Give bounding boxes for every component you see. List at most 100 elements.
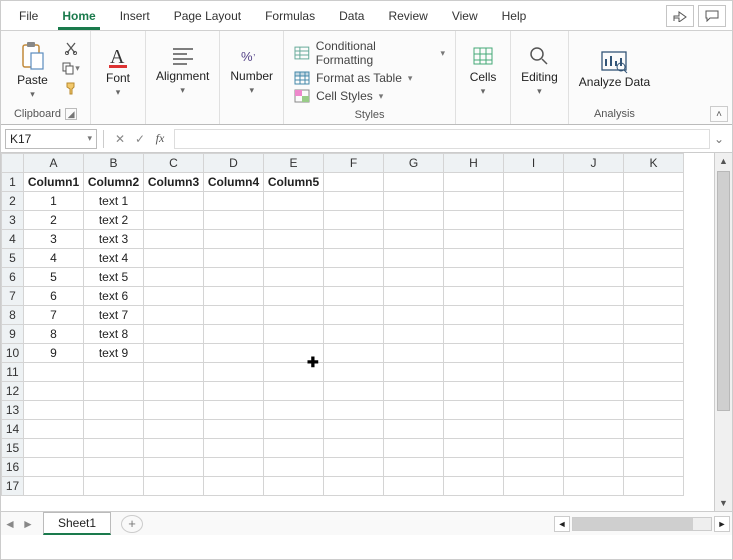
column-header-K[interactable]: K (624, 154, 684, 173)
cell-J17[interactable] (564, 477, 624, 496)
sheet-tab[interactable]: Sheet1 (43, 512, 111, 535)
cell-C8[interactable] (144, 306, 204, 325)
cell-C9[interactable] (144, 325, 204, 344)
vertical-scrollbar[interactable]: ▲ ▼ (714, 153, 732, 511)
cell-A8[interactable]: 7 (24, 306, 84, 325)
cell-E17[interactable] (264, 477, 324, 496)
cell-K6[interactable] (624, 268, 684, 287)
cell-G3[interactable] (384, 211, 444, 230)
cell-F6[interactable] (324, 268, 384, 287)
cell-H16[interactable] (444, 458, 504, 477)
cell-D3[interactable] (204, 211, 264, 230)
cell-K3[interactable] (624, 211, 684, 230)
cell-G4[interactable] (384, 230, 444, 249)
cell-A7[interactable]: 6 (24, 287, 84, 306)
cell-H2[interactable] (444, 192, 504, 211)
scroll-up-button[interactable]: ▲ (715, 153, 732, 169)
cell-H1[interactable] (444, 173, 504, 192)
cell-J11[interactable] (564, 363, 624, 382)
cell-G11[interactable] (384, 363, 444, 382)
cell-G9[interactable] (384, 325, 444, 344)
cell-C16[interactable] (144, 458, 204, 477)
cell-B13[interactable] (84, 401, 144, 420)
cells-button[interactable]: Cells ▾ (460, 35, 506, 105)
cell-B8[interactable]: text 7 (84, 306, 144, 325)
cell-H5[interactable] (444, 249, 504, 268)
cell-A4[interactable]: 3 (24, 230, 84, 249)
cell-K10[interactable] (624, 344, 684, 363)
cell-D6[interactable] (204, 268, 264, 287)
row-header-6[interactable]: 6 (2, 268, 24, 287)
cell-J13[interactable] (564, 401, 624, 420)
cell-B1[interactable]: Column2 (84, 173, 144, 192)
cell-G8[interactable] (384, 306, 444, 325)
cell-J2[interactable] (564, 192, 624, 211)
cell-I13[interactable] (504, 401, 564, 420)
row-header-12[interactable]: 12 (2, 382, 24, 401)
cell-C3[interactable] (144, 211, 204, 230)
cell-K14[interactable] (624, 420, 684, 439)
cell-B17[interactable] (84, 477, 144, 496)
cell-K5[interactable] (624, 249, 684, 268)
cell-styles-button[interactable]: Cell Styles▾ (294, 89, 445, 103)
cell-I3[interactable] (504, 211, 564, 230)
cell-C1[interactable]: Column3 (144, 173, 204, 192)
cell-J6[interactable] (564, 268, 624, 287)
tab-review[interactable]: Review (376, 3, 439, 29)
cell-A14[interactable] (24, 420, 84, 439)
cell-F14[interactable] (324, 420, 384, 439)
cell-J14[interactable] (564, 420, 624, 439)
cell-I15[interactable] (504, 439, 564, 458)
cell-J8[interactable] (564, 306, 624, 325)
cell-E9[interactable] (264, 325, 324, 344)
conditional-formatting-button[interactable]: Conditional Formatting▾ (294, 39, 445, 67)
column-header-A[interactable]: A (24, 154, 84, 173)
cell-C13[interactable] (144, 401, 204, 420)
cell-K13[interactable] (624, 401, 684, 420)
cut-button[interactable] (60, 39, 82, 57)
cell-F1[interactable] (324, 173, 384, 192)
cell-C6[interactable] (144, 268, 204, 287)
cell-K1[interactable] (624, 173, 684, 192)
cell-B2[interactable]: text 1 (84, 192, 144, 211)
tab-home[interactable]: Home (50, 3, 107, 29)
cell-E13[interactable] (264, 401, 324, 420)
cell-E3[interactable] (264, 211, 324, 230)
cell-E6[interactable] (264, 268, 324, 287)
row-header-11[interactable]: 11 (2, 363, 24, 382)
cell-K9[interactable] (624, 325, 684, 344)
formula-input[interactable] (174, 129, 710, 149)
cell-I17[interactable] (504, 477, 564, 496)
cell-E14[interactable] (264, 420, 324, 439)
cell-K11[interactable] (624, 363, 684, 382)
row-header-7[interactable]: 7 (2, 287, 24, 306)
cell-K2[interactable] (624, 192, 684, 211)
cell-I6[interactable] (504, 268, 564, 287)
cell-H11[interactable] (444, 363, 504, 382)
cell-I4[interactable] (504, 230, 564, 249)
cell-G2[interactable] (384, 192, 444, 211)
cell-C4[interactable] (144, 230, 204, 249)
cell-E10[interactable] (264, 344, 324, 363)
cell-K12[interactable] (624, 382, 684, 401)
scroll-track[interactable] (572, 517, 712, 531)
cell-A12[interactable] (24, 382, 84, 401)
cell-D17[interactable] (204, 477, 264, 496)
cell-J16[interactable] (564, 458, 624, 477)
column-header-J[interactable]: J (564, 154, 624, 173)
cell-B7[interactable]: text 6 (84, 287, 144, 306)
cell-K15[interactable] (624, 439, 684, 458)
editing-button[interactable]: Editing ▾ (515, 35, 564, 105)
cell-H4[interactable] (444, 230, 504, 249)
cell-A3[interactable]: 2 (24, 211, 84, 230)
sheet-nav-prev[interactable]: ◄ (1, 517, 19, 531)
cell-I12[interactable] (504, 382, 564, 401)
cell-F15[interactable] (324, 439, 384, 458)
cell-G7[interactable] (384, 287, 444, 306)
column-header-D[interactable]: D (204, 154, 264, 173)
cell-A11[interactable] (24, 363, 84, 382)
cell-F7[interactable] (324, 287, 384, 306)
cell-F3[interactable] (324, 211, 384, 230)
new-sheet-button[interactable]: + (121, 515, 143, 533)
cell-K7[interactable] (624, 287, 684, 306)
